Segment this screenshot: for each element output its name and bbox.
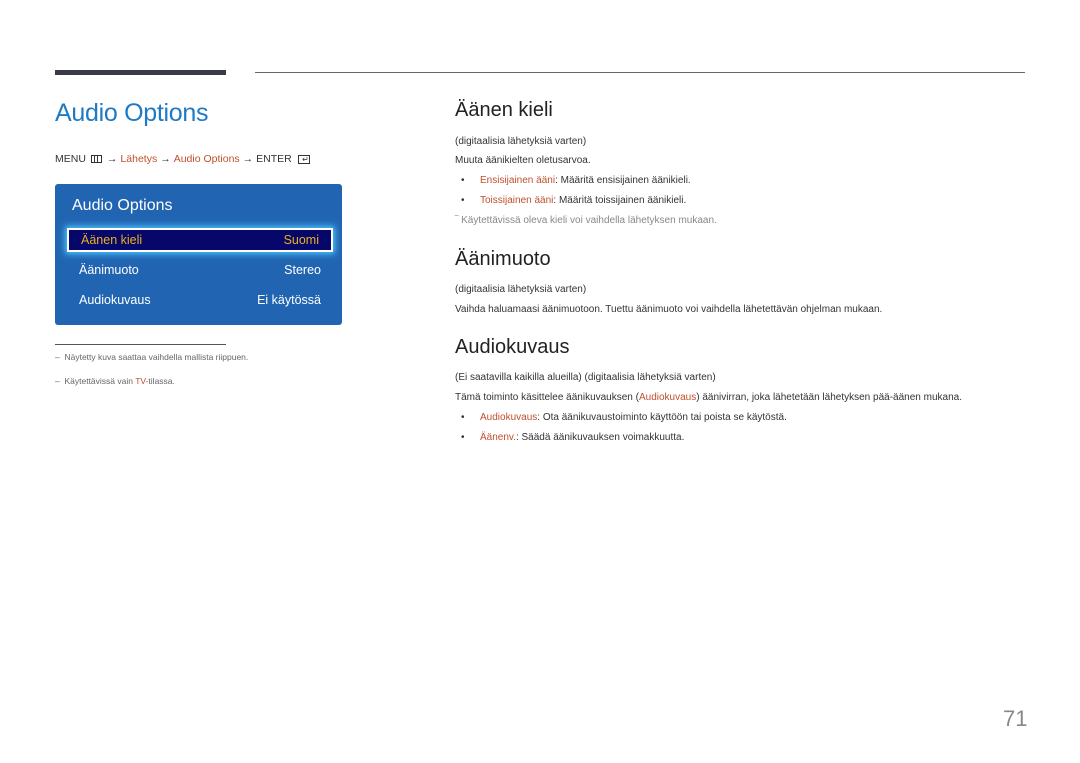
breadcrumb-enter: ENTER [256,153,292,165]
breadcrumb-item-audio-options[interactable]: Audio Options [174,153,240,165]
desc-text: Tämä toiminto käsittelee äänikuvauksen ( [455,392,639,403]
qualifier-text: (digitaalisia lähetyksiä varten) [455,136,587,147]
bullet-text: : Säädä äänikuvauksen voimakkuutta. [515,432,685,443]
osd-row-value: Stereo [284,263,321,277]
bullet-item: • Audiokuvaus: Ota äänikuvaustoiminto käy… [461,412,787,423]
header-rule [255,72,1025,73]
breadcrumb-menu: MENU [55,153,86,165]
heading-aanimuoto: Äänimuoto [455,248,551,270]
dash-glyph: – [55,376,60,386]
dash-glyph: – [55,352,60,362]
bullet-icon: • [461,175,465,186]
breadcrumb-item-lahetys[interactable]: Lähetys [120,153,157,165]
footnote-accent: TV [135,376,146,386]
arrow-icon: → [160,153,171,165]
breadcrumb: MENU → Lähetys → Audio Options → ENTER ↵ [55,153,310,165]
bullet-item: • Toissijainen ääni: Määritä toissijainen… [461,195,686,206]
bullet-icon: • [461,412,465,423]
osd-row-label: Äänimuoto [79,263,139,277]
menu-icon [90,155,102,163]
bullet-icon: • [461,432,465,443]
qualifier-text: (digitaalisia lähetyksiä varten) [455,284,587,295]
arrow-icon: → [242,153,254,165]
bullet-term: Ensisijainen ääni [480,175,556,186]
osd-row-aanen-kieli[interactable]: Äänen kieli Suomi [67,228,333,252]
osd-menu-panel: Audio Options Äänen kieli Suomi Äänimuot… [55,184,342,325]
bullet-text: : Määritä toissijainen äänikieli. [553,195,687,206]
footnote-text: Käytettävissä vain [64,376,136,386]
footnote-tv-mode: – Käytettävissä vain TV-tilassa. [55,376,175,386]
bullet-text: : Ota äänikuvaustoiminto käyttöön tai po… [537,412,787,423]
footnote-text: Näytetty kuva saattaa vaihdella mallista… [64,352,249,362]
description-text: Vaihda haluamaasi äänimuotoon. Tuettu ää… [455,304,883,315]
bullet-icon: • [461,195,465,206]
osd-row-aanimuoto[interactable]: Äänimuoto Stereo [67,258,333,282]
osd-row-label: Audiokuvaus [79,293,151,307]
note-text: ‾ Käytettävissä oleva kieli voi vaihdell… [455,215,717,226]
qualifier-text: (Ei saatavilla kaikilla alueilla) (digit… [455,372,716,383]
bullet-term: Toissijainen ääni [480,195,554,206]
page-number: 71 [1003,706,1028,731]
page-title: Audio Options [55,99,209,127]
footnote-rule [55,344,226,345]
bullet-item: • Äänenv.: Säädä äänikuvauksen voimakkuut… [461,432,684,443]
bullet-term: Audiokuvaus [480,412,538,423]
footnote-image-disclaimer: – Näytetty kuva saattaa vaihdella mallis… [55,352,248,362]
bullet-text: : Määritä ensisijainen äänikieli. [555,175,691,186]
osd-row-label: Äänen kieli [81,233,143,247]
desc-accent: Audiokuvaus [638,392,697,403]
bullet-item: • Ensisijainen ääni: Määritä ensisijainen… [461,175,691,186]
description-text: Tämä toiminto käsittelee äänikuvauksen (… [455,392,962,403]
osd-title: Audio Options [72,197,173,214]
arrow-icon: → [106,153,118,165]
description-text: Muuta äänikielten oletusarvoa. [455,155,591,166]
osd-row-value: Suomi [283,233,319,247]
bullet-term: Äänenv. [480,432,516,443]
footnote-text: -tilassa. [145,376,175,386]
heading-audiokuvaus: Audiokuvaus [455,336,570,358]
desc-text: ) äänivirran, joka lähetetään lähetyksen… [696,392,962,403]
osd-row-audiokuvaus[interactable]: Audiokuvaus Ei käytössä [67,288,333,312]
heading-aanen-kieli: Äänen kieli [455,99,553,121]
osd-row-value: Ei käytössä [257,293,321,307]
header-bar-thick [55,70,226,75]
enter-icon: ↵ [297,154,310,164]
